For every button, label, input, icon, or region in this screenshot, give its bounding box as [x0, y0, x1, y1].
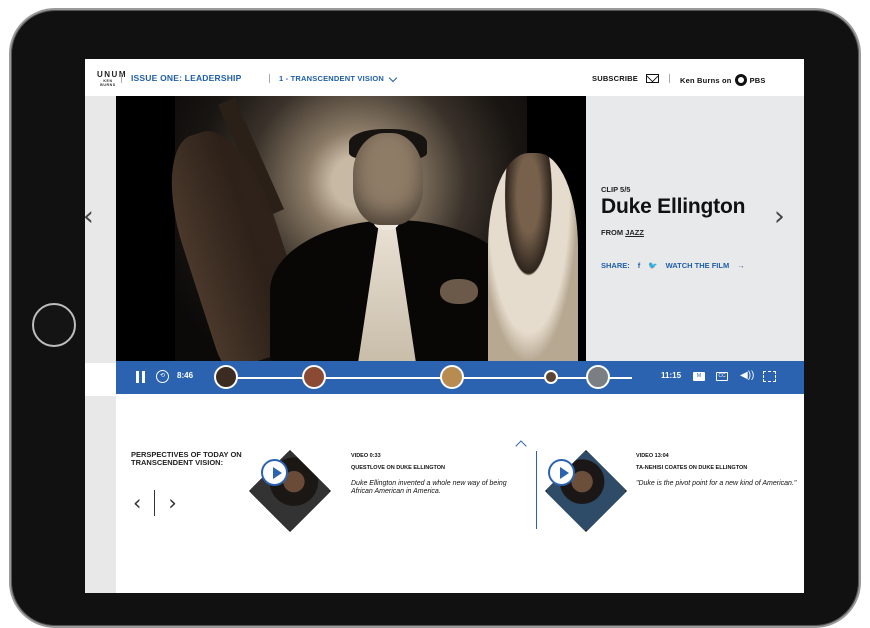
- chevron-down-icon: [388, 73, 398, 82]
- play-button-icon[interactable]: [548, 459, 575, 486]
- background-person: [488, 153, 578, 363]
- tablet-frame: UNUM KEN BURNS ISSUE ONE: LEADERSHIP 1 -…: [9, 8, 861, 628]
- video-duration: VIDEO 0:33: [351, 453, 381, 459]
- video-controls: ⟲ 8:46 11:15 M CC ◀)): [116, 361, 804, 394]
- timeline-marker[interactable]: [544, 370, 558, 384]
- subscribe-button[interactable]: SUBSCRIBE: [592, 74, 659, 83]
- share-row: SHARE: f 🐦 WATCH THE FILM →: [601, 261, 745, 270]
- card-quote: Duke Ellington invented a whole new way …: [351, 480, 507, 495]
- caption-icon[interactable]: M: [693, 372, 705, 381]
- video-duration: VIDEO 13:04: [636, 453, 669, 459]
- cc-icon[interactable]: CC: [716, 372, 728, 381]
- next-clip-arrow-icon[interactable]: ›: [774, 203, 794, 230]
- home-button[interactable]: [32, 303, 76, 347]
- facebook-icon[interactable]: f: [638, 261, 641, 270]
- nav-divider: [154, 490, 156, 516]
- perspectives-heading: PERSPECTIVES OF TODAY ON TRANSCENDENT VI…: [131, 450, 242, 467]
- chevron-up-icon[interactable]: [515, 440, 527, 452]
- duration: 11:15: [661, 371, 682, 380]
- card-title[interactable]: QUESTLOVE ON DUKE ELLINGTON: [351, 465, 445, 471]
- clip-source: FROM JAZZ: [601, 228, 644, 237]
- issue-link[interactable]: ISSUE ONE: LEADERSHIP: [131, 73, 241, 83]
- nav-separator: [121, 74, 122, 83]
- current-time: 8:46: [177, 371, 194, 380]
- replay-icon[interactable]: ⟲: [156, 370, 169, 383]
- hand: [440, 279, 478, 304]
- arrow-right-icon: →: [737, 261, 745, 270]
- pause-icon[interactable]: [136, 371, 146, 383]
- clip-info-panel: CLIP 5/5 Duke Ellington FROM JAZZ SHARE:…: [586, 96, 804, 363]
- video-frame[interactable]: [116, 96, 586, 363]
- source-link[interactable]: JAZZ: [625, 228, 644, 237]
- previous-clip-arrow-icon[interactable]: ‹: [83, 203, 103, 230]
- face: [353, 133, 423, 225]
- nav-separator: [269, 74, 270, 83]
- card-quote: "Duke is the pivot point for a new kind …: [636, 480, 797, 487]
- card-divider: [536, 451, 537, 529]
- timeline-marker[interactable]: [440, 365, 464, 389]
- previous-arrow-icon[interactable]: ‹: [133, 491, 141, 515]
- perspectives-section: PERSPECTIVES OF TODAY ON TRANSCENDENT VI…: [116, 394, 804, 593]
- ken-burns-pbs-link[interactable]: Ken Burns on PBS: [680, 74, 766, 86]
- mail-icon: [645, 74, 659, 83]
- timeline-marker[interactable]: [214, 365, 238, 389]
- watch-film-link[interactable]: WATCH THE FILM: [666, 261, 730, 270]
- card-title[interactable]: TA-NEHISI COATES ON DUKE ELLINGTON: [636, 465, 747, 471]
- volume-icon[interactable]: ◀)): [740, 370, 754, 381]
- pbs-logo-icon: [734, 74, 747, 86]
- left-rail-lower: [85, 396, 116, 593]
- clip-counter: CLIP 5/5: [601, 185, 631, 194]
- twitter-icon[interactable]: 🐦: [648, 261, 657, 270]
- timeline-marker[interactable]: [586, 365, 610, 389]
- fullscreen-icon[interactable]: [763, 371, 776, 382]
- app-screen: UNUM KEN BURNS ISSUE ONE: LEADERSHIP 1 -…: [85, 59, 804, 593]
- clip-title: Duke Ellington: [601, 195, 746, 218]
- perspectives-navigation: ‹ ›: [133, 490, 177, 516]
- play-button-icon[interactable]: [261, 459, 288, 486]
- clip-selector-dropdown[interactable]: 1 - TRANSCENDENT VISION: [279, 73, 398, 83]
- next-arrow-icon[interactable]: ›: [168, 491, 176, 515]
- timeline-marker[interactable]: [302, 365, 326, 389]
- unum-logo[interactable]: UNUM KEN BURNS: [97, 71, 126, 87]
- questlove-thumbnail[interactable]: [248, 449, 332, 533]
- timeline-track[interactable]: [224, 377, 632, 379]
- nav-separator: [669, 74, 670, 83]
- top-navigation: UNUM KEN BURNS ISSUE ONE: LEADERSHIP 1 -…: [85, 59, 804, 96]
